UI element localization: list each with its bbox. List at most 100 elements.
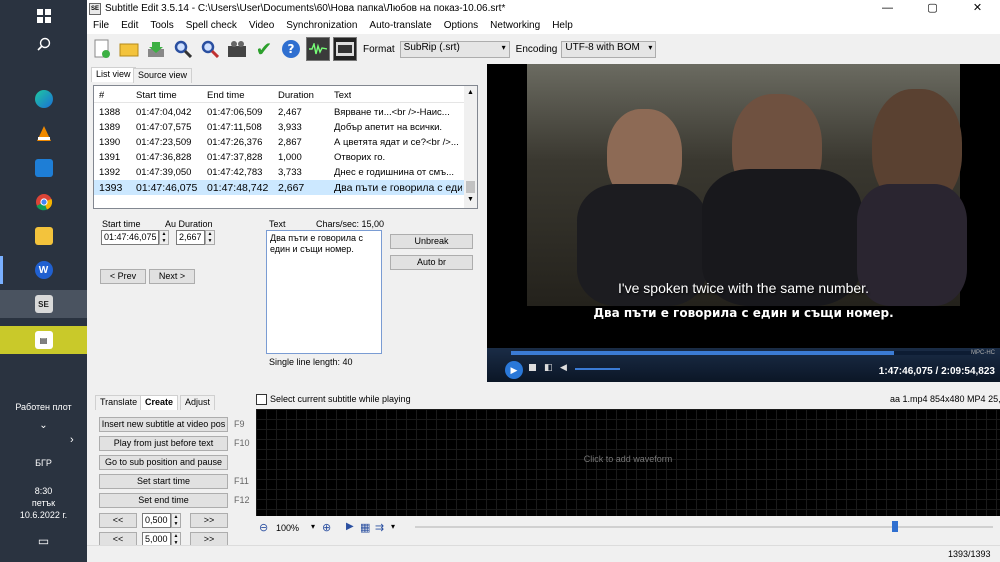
taskbar-edge[interactable] — [0, 85, 87, 113]
replace-icon[interactable] — [198, 37, 222, 61]
stop-icon[interactable] — [529, 364, 536, 371]
play-icon[interactable]: ▶ — [505, 361, 523, 379]
notification-icon[interactable]: ▭ — [0, 534, 87, 548]
col-duration[interactable]: Duration — [278, 90, 314, 101]
waveform-toggle-icon[interactable] — [306, 37, 330, 61]
menu-auto-translate[interactable]: Auto-translate — [363, 20, 437, 31]
table-row[interactable]: 1388 01:47:04,042 01:47:06,509 2,467 Вяр… — [94, 105, 464, 120]
help-icon[interactable]: ? — [279, 37, 303, 61]
visual-sync-icon[interactable] — [225, 37, 249, 61]
scroll-down-icon[interactable]: ▼ — [467, 196, 474, 203]
desktop-label[interactable]: Работен плот — [0, 402, 87, 412]
col-number[interactable]: # — [99, 90, 104, 101]
step-forward-button[interactable]: >> — [190, 513, 228, 528]
waveform-placeholder[interactable]: Click to add waveform — [256, 454, 1000, 464]
zoom-select[interactable]: 100% — [276, 523, 299, 533]
prev-button[interactable]: < Prev — [100, 269, 146, 284]
taskbar-explorer[interactable] — [0, 222, 87, 250]
subtitle-list[interactable]: # Start time End time Duration Text 1388… — [93, 85, 478, 209]
start-button[interactable] — [0, 2, 87, 30]
duration-input[interactable]: 2,667 — [176, 230, 205, 245]
col-text[interactable]: Text — [334, 90, 351, 101]
col-start-time[interactable]: Start time — [136, 90, 177, 101]
menu-help[interactable]: Help — [546, 20, 579, 31]
open-folder-icon[interactable] — [117, 37, 141, 61]
play-before-button[interactable]: Play from just before text — [99, 436, 228, 451]
insert-new-subtitle-button[interactable]: Insert new subtitle at video pos — [99, 417, 228, 432]
find-icon[interactable] — [171, 37, 195, 61]
unbreak-button[interactable]: Unbreak — [390, 234, 473, 249]
duration-spinner[interactable]: ▲ ▼ — [205, 230, 215, 245]
step-small-spinner[interactable]: ▲ ▼ — [171, 513, 181, 528]
clock-time[interactable]: 8:30 — [0, 486, 87, 496]
menu-video[interactable]: Video — [243, 20, 280, 31]
tab-list-view[interactable]: List view — [91, 67, 136, 82]
tab-adjust[interactable]: Adjust — [180, 395, 216, 410]
col-end-time[interactable]: End time — [207, 90, 245, 101]
table-row[interactable]: 1392 01:47:39,050 01:47:42,783 3,733 Дне… — [94, 165, 464, 180]
chevron-right-icon[interactable]: › — [70, 434, 74, 446]
video-progress-track[interactable] — [511, 351, 973, 355]
taskbar-vlc[interactable] — [0, 120, 87, 148]
table-row[interactable]: 1389 01:47:07,575 01:47:11,508 3,933 Доб… — [94, 120, 464, 135]
scroll-thumb[interactable] — [466, 181, 475, 193]
start-time-input[interactable]: 01:47:46,075 — [101, 230, 159, 245]
next-button[interactable]: Next > — [149, 269, 195, 284]
video-player[interactable]: I've spoken twice with the same number. … — [487, 64, 1000, 382]
table-row[interactable]: 1391 01:47:36,828 01:47:37,828 1,000 Отв… — [94, 150, 464, 165]
play-icon[interactable]: ▶ — [346, 521, 354, 532]
menu-file[interactable]: File — [87, 20, 115, 31]
subtitle-text-editor[interactable]: Два пъти е говорила с един и същи номер. — [266, 230, 382, 354]
format-select[interactable]: SubRip (.srt) ▾ — [399, 40, 510, 58]
arrows-icon[interactable]: ⇉ — [375, 521, 384, 534]
tab-source-view[interactable]: Source view — [133, 68, 193, 83]
video-toggle-icon[interactable] — [333, 37, 357, 61]
set-start-time-button[interactable]: Set start time — [99, 474, 228, 489]
taskbar-clapper[interactable]: ▤ — [0, 326, 87, 354]
encoding-select[interactable]: UTF-8 with BOM ▾ — [561, 40, 657, 58]
step-small-input[interactable]: 0,500 — [142, 513, 171, 528]
select-current-checkbox[interactable] — [256, 394, 267, 405]
table-row-selected[interactable]: 1393 01:47:46,075 01:47:48,742 2,667 Два… — [94, 180, 464, 195]
language-indicator[interactable]: БГР — [0, 458, 87, 468]
set-end-time-button[interactable]: Set end time — [99, 493, 228, 508]
menu-edit[interactable]: Edit — [115, 20, 144, 31]
search-button[interactable] — [0, 30, 87, 58]
zoom-out-icon[interactable]: ⊖ — [259, 521, 268, 534]
scroll-up-icon[interactable]: ▲ — [467, 89, 474, 96]
zoom-in-icon[interactable]: ⊕ — [322, 521, 331, 534]
save-download-icon[interactable] — [144, 37, 168, 61]
fullscreen-icon[interactable]: ◧ — [544, 362, 553, 373]
table-row[interactable]: 1390 01:47:23,509 01:47:26,376 2,867 А ц… — [94, 135, 464, 150]
goto-pause-button[interactable]: Go to sub position and pause — [99, 455, 228, 470]
taskbar-subtitle-edit[interactable]: SE — [0, 290, 87, 318]
list-scrollbar[interactable]: ▲ ▼ — [464, 86, 477, 208]
taskbar-wondershare[interactable]: W — [0, 256, 87, 284]
chevron-down-icon[interactable]: ▾ — [391, 522, 395, 531]
start-time-spinner[interactable]: ▲ ▼ — [159, 230, 169, 245]
taskbar-store[interactable] — [0, 154, 87, 182]
minimize-icon[interactable]: — — [865, 0, 910, 17]
menu-networking[interactable]: Networking — [484, 20, 546, 31]
menu-options[interactable]: Options — [438, 20, 484, 31]
volume-slider[interactable] — [575, 368, 620, 370]
auto-br-button[interactable]: Auto br — [390, 255, 473, 270]
waveform-position-slider[interactable] — [415, 521, 993, 532]
tab-translate[interactable]: Translate — [95, 395, 143, 410]
chevron-down-icon[interactable]: ⌄ — [0, 420, 87, 431]
slider-thumb[interactable] — [891, 521, 898, 532]
tab-create[interactable]: Create — [140, 395, 179, 410]
spell-check-icon[interactable]: ✔ — [252, 37, 276, 61]
menu-synchronization[interactable]: Synchronization — [280, 20, 363, 31]
waveform-area[interactable]: Click to add waveform — [256, 409, 1000, 516]
step-back-button[interactable]: << — [99, 513, 137, 528]
close-icon[interactable]: ✕ — [955, 0, 1000, 17]
chevron-down-icon[interactable]: ▾ — [311, 522, 315, 531]
volume-icon[interactable]: ◀ — [560, 362, 567, 373]
grid-icon[interactable]: ▦ — [360, 521, 370, 534]
maximize-icon[interactable]: ▢ — [910, 0, 955, 17]
menu-spell-check[interactable]: Spell check — [180, 20, 243, 31]
new-file-icon[interactable] — [90, 37, 114, 61]
menu-tools[interactable]: Tools — [144, 20, 179, 31]
taskbar-chrome[interactable] — [0, 188, 87, 216]
